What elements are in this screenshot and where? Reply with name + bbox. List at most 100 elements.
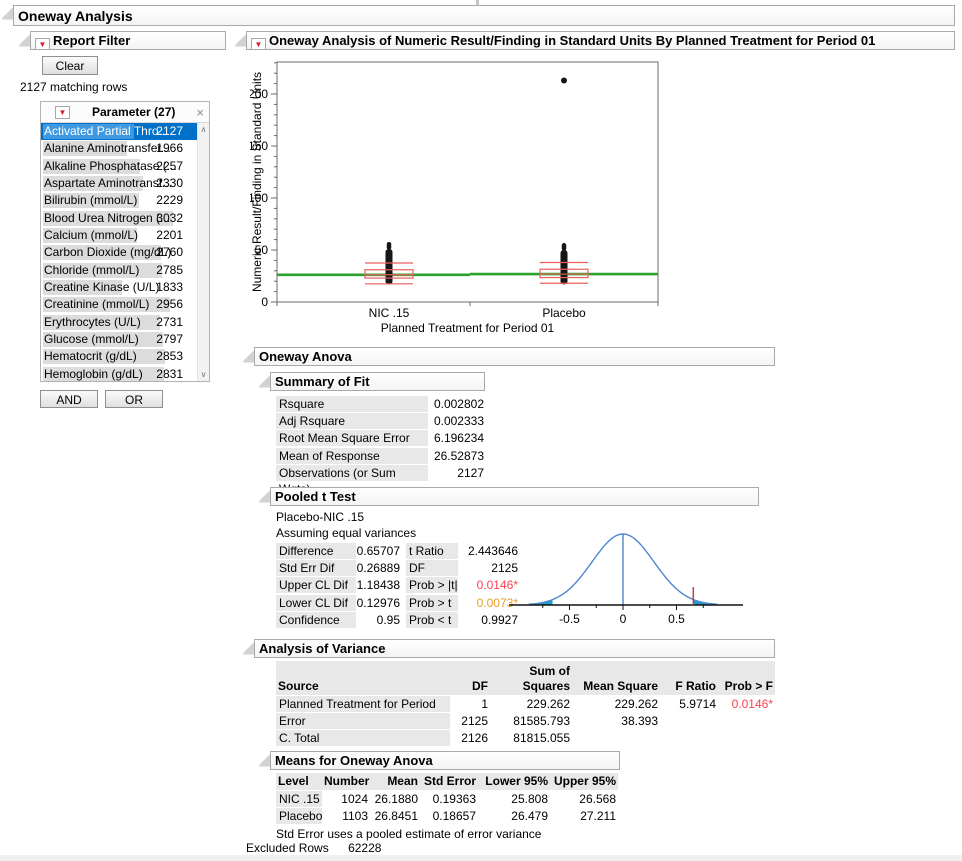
parameter-item[interactable]: Alkaline Phosphatase (...2257 [41, 158, 197, 175]
parameter-label: Glucose (mmol/L) [44, 332, 139, 346]
parameter-count: 2330 [156, 175, 183, 192]
parameter-item[interactable]: Activated Partial Thro...2127 [41, 123, 197, 140]
disclosure-triangle-icon[interactable] [243, 351, 254, 362]
excluded-rows-value: 62228 [348, 841, 381, 855]
table-row: Observations (or Sum Wgts)2127 [276, 465, 486, 482]
excluded-rows-label: Excluded Rows [246, 841, 329, 855]
table-cell [660, 730, 718, 746]
table-cell [718, 713, 775, 729]
parameter-count: 1966 [156, 140, 183, 157]
parameter-filter-list: ▼ Parameter (27) × Activated Partial Thr… [40, 101, 210, 382]
disclosure-triangle-icon[interactable] [19, 35, 30, 46]
svg-text:-0.5: -0.5 [559, 612, 580, 626]
scroll-up-icon[interactable]: ∧ [201, 125, 207, 134]
red-triangle-menu-icon[interactable]: ▼ [35, 38, 50, 50]
red-triangle-menu-icon[interactable]: ▼ [55, 106, 70, 119]
oneway-box-plot[interactable]: 050100150200Numeric Result/Finding in St… [250, 53, 670, 345]
matching-rows-text: 2127 matching rows [20, 80, 127, 94]
table-row: Error212581585.79338.393 [276, 712, 775, 729]
parameter-item[interactable]: Hemoglobin (g/dL)2831 [41, 366, 197, 382]
column-header: DF [450, 678, 490, 695]
row-value: 0.65707 [356, 544, 402, 558]
parameter-label: Hemoglobin (g/dL) [44, 367, 143, 381]
means-title: Means for Oneway Anova [275, 753, 433, 768]
summary-of-fit-table: Rsquare0.002802Adj Rsquare0.002333Root M… [276, 395, 486, 482]
row-label: Mean of Response [276, 448, 428, 464]
svg-text:Placebo: Placebo [542, 306, 586, 320]
scroll-down-icon[interactable]: ∨ [201, 370, 207, 379]
parameter-list-title: Parameter (27) [73, 105, 194, 119]
analysis-of-variance-header[interactable]: Analysis of Variance [254, 639, 775, 658]
parameter-item[interactable]: Erythrocytes (U/L)2731 [41, 314, 197, 331]
row-label: Upper CL Dif [276, 577, 356, 593]
parameter-count: 3032 [156, 210, 183, 227]
row-value: 0.002333 [428, 414, 486, 428]
pooled-t-test-header[interactable]: Pooled t Test [270, 487, 759, 506]
table-row: Lower CL Dif0.12976Prob > t0.0073* [276, 594, 520, 611]
parameter-item[interactable]: Aspartate Aminotransf...2330 [41, 175, 197, 192]
parameter-item[interactable]: Blood Urea Nitrogen (...3032 [41, 210, 197, 227]
column-header: F Ratio [660, 678, 718, 695]
table-row: Upper CL Dif1.18438Prob > |t|0.0146* [276, 577, 520, 594]
or-button[interactable]: OR [105, 390, 163, 408]
disclosure-triangle-icon[interactable] [2, 8, 13, 19]
table-cell: 2126 [450, 730, 490, 746]
table-row: Rsquare0.002802 [276, 395, 486, 412]
disclosure-triangle-icon[interactable] [259, 491, 270, 502]
column-header: Mean [370, 773, 420, 790]
summary-of-fit-header[interactable]: Summary of Fit [270, 372, 485, 391]
parameter-label: Creatinine (mmol/L) [44, 297, 149, 311]
red-triangle-menu-icon[interactable]: ▼ [251, 38, 266, 50]
parameter-count: 2731 [156, 314, 183, 331]
parameter-item[interactable]: Creatinine (mmol/L) 2956 [41, 296, 197, 313]
table-row: Difference0.65707t Ratio2.443646 [276, 542, 520, 559]
disclosure-triangle-icon[interactable] [259, 376, 270, 387]
disclosure-triangle-icon[interactable] [259, 755, 270, 766]
oneway-analysis-report: Oneway Analysis ▼Report Filter Clear 212… [0, 0, 962, 861]
svg-text:Numeric Result/Finding in Stan: Numeric Result/Finding in Standard Units [250, 72, 264, 292]
parameter-item[interactable]: Alanine Aminotransfer...1966 [41, 140, 197, 157]
excluded-rows: Excluded Rows 62228 [246, 841, 381, 855]
parameter-item[interactable]: Bilirubin (mmol/L)2229 [41, 192, 197, 209]
means-header[interactable]: Means for Oneway Anova [270, 751, 620, 770]
clear-button[interactable]: Clear [42, 56, 98, 75]
table-cell [572, 730, 660, 746]
parameter-item[interactable]: Glucose (mmol/L)2797 [41, 331, 197, 348]
close-icon[interactable]: × [194, 106, 206, 119]
report-title: Oneway Analysis [18, 8, 133, 24]
table-cell: 1 [450, 696, 490, 712]
parameter-count: 2956 [156, 296, 183, 313]
column-header: Prob > F [718, 678, 775, 695]
means-table: LevelNumberMeanStd ErrorLower 95%Upper 9… [276, 773, 618, 825]
pooled-t-test-table: Difference0.65707t Ratio2.443646Std Err … [276, 542, 520, 629]
parameter-item[interactable]: Calcium (mmol/L)2201 [41, 227, 197, 244]
parameter-label: Chloride (mmol/L) [44, 263, 139, 277]
report-filter-header[interactable]: ▼Report Filter [30, 31, 226, 50]
table-cell: 0.18657 [420, 808, 478, 824]
table-cell: NIC .15 [276, 791, 322, 807]
parameter-item[interactable]: Hematocrit (g/dL)2853 [41, 348, 197, 365]
row-value: 0.95 [356, 613, 402, 627]
parameter-item[interactable]: Chloride (mmol/L)2785 [41, 262, 197, 279]
list-scrollbar[interactable]: ∧ ∨ [197, 123, 209, 381]
column-header: Sum of Squares [490, 663, 572, 695]
oneway-anova-header[interactable]: Oneway Anova [254, 347, 775, 366]
row-label: Rsquare [276, 396, 428, 412]
and-button[interactable]: AND [40, 390, 98, 408]
table-row: Mean of Response26.52873 [276, 447, 486, 464]
pooled-t-test-title: Pooled t Test [275, 489, 356, 504]
parameter-list-header: ▼ Parameter (27) × [41, 102, 209, 123]
parameter-item[interactable]: Creatine Kinase (U/L)1833 [41, 279, 197, 296]
report-title-header[interactable]: Oneway Analysis [13, 5, 955, 26]
row-label: DF [406, 560, 458, 576]
analysis-title-header[interactable]: ▼Oneway Analysis of Numeric Result/Findi… [246, 31, 955, 50]
parameter-count: 1833 [156, 279, 183, 296]
table-row: Planned Treatment for Period 011229.2622… [276, 695, 775, 712]
disclosure-triangle-icon[interactable] [243, 643, 254, 654]
disclosure-triangle-icon[interactable] [235, 35, 246, 46]
parameter-label: Hematocrit (g/dL) [44, 349, 137, 363]
row-label: Lower CL Dif [276, 595, 356, 611]
column-header: Mean Square [572, 678, 660, 695]
row-label: Prob < t [406, 612, 458, 628]
parameter-item[interactable]: Carbon Dioxide (mg/dL)2760 [41, 244, 197, 261]
